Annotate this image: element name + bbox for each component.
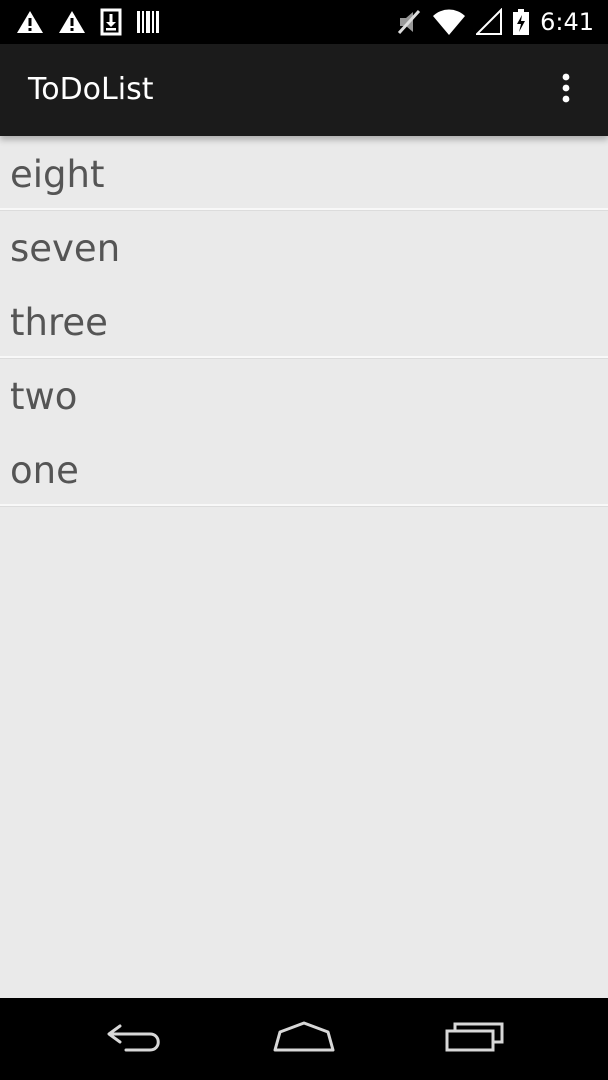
app-title: ToDoList — [28, 72, 154, 107]
list-item[interactable]: three — [0, 284, 608, 358]
list-item-label: one — [10, 449, 79, 492]
muted-icon — [396, 8, 422, 36]
download-icon — [100, 8, 122, 36]
back-button[interactable] — [80, 998, 190, 1080]
navigation-bar — [0, 998, 608, 1080]
home-button[interactable] — [249, 998, 359, 1080]
list-item[interactable]: one — [0, 432, 608, 506]
notification-icons — [16, 8, 160, 36]
todo-list: eight seven three two one — [0, 136, 608, 506]
list-item[interactable]: two — [0, 358, 608, 432]
screen: 6:41 ToDoList eight seven three two one — [0, 0, 608, 1080]
warning-icon — [16, 9, 44, 35]
overflow-menu-button[interactable] — [542, 66, 590, 114]
recents-icon — [444, 1020, 506, 1058]
action-bar: ToDoList — [0, 44, 608, 136]
signal-icon — [476, 8, 503, 36]
battery-charging-icon — [512, 8, 530, 36]
barcode-icon — [136, 9, 160, 35]
status-bar: 6:41 — [0, 0, 608, 44]
list-item[interactable]: eight — [0, 136, 608, 210]
home-icon — [272, 1020, 336, 1058]
list-item-label: eight — [10, 153, 105, 196]
wifi-icon — [432, 8, 466, 36]
status-time: 6:41 — [540, 8, 594, 36]
overflow-menu-icon — [561, 73, 571, 107]
warning-icon — [58, 9, 86, 35]
list-item[interactable]: seven — [0, 210, 608, 284]
list-item-label: two — [10, 375, 78, 418]
back-icon — [106, 1020, 164, 1058]
list-item-label: three — [10, 301, 108, 344]
recents-button[interactable] — [420, 998, 530, 1080]
list-item-label: seven — [10, 227, 121, 270]
system-icons: 6:41 — [396, 6, 594, 38]
